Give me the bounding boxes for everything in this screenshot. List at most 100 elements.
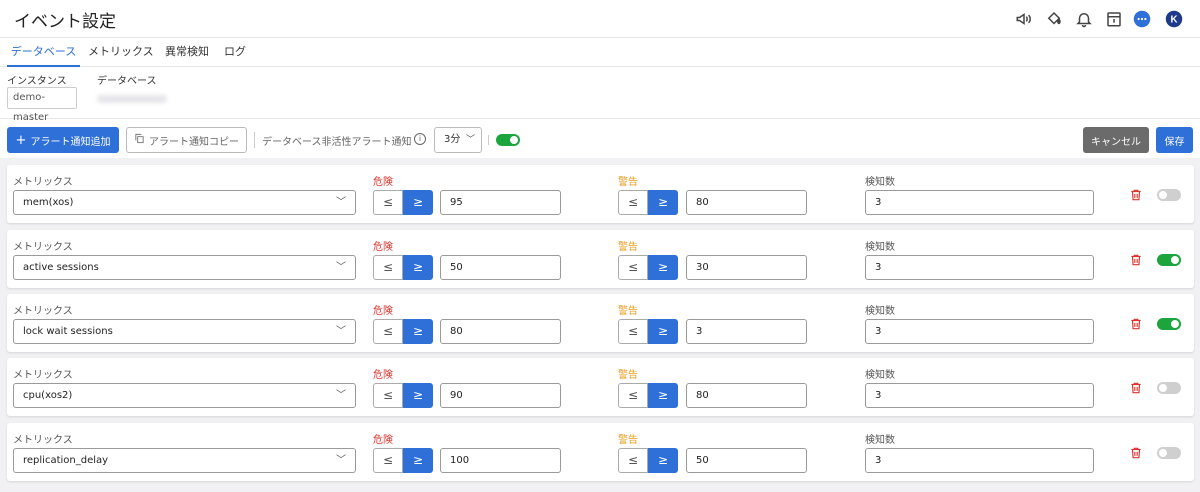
metric-select[interactable]: replication_delay ﹀ <box>13 448 356 473</box>
rule-row: メトリックス 危険 警告 検知数 mem(xos) ﹀ ≤ ≥ 95 ≤ ≥ 8… <box>7 165 1194 223</box>
warning-threshold-input[interactable]: 80 <box>686 383 807 408</box>
rule-enabled-toggle[interactable] <box>1157 189 1181 201</box>
save-button[interactable]: 保存 <box>1156 127 1193 153</box>
danger-le-button[interactable]: ≤ <box>373 383 403 408</box>
detection-count-input[interactable]: 3 <box>865 448 1094 473</box>
detection-count-input[interactable]: 3 <box>865 383 1094 408</box>
trash-icon[interactable] <box>1129 253 1143 267</box>
danger-threshold-input[interactable]: 50 <box>440 255 561 280</box>
count-column-label: 検知数 <box>865 242 895 253</box>
rule-enabled-toggle[interactable] <box>1157 382 1181 394</box>
instance-select[interactable]: demo-master <box>7 87 77 123</box>
detection-count-input[interactable]: 3 <box>865 319 1094 344</box>
instance-label: インスタンス <box>7 76 67 87</box>
warning-ge-button[interactable]: ≥ <box>648 319 678 344</box>
danger-ge-button[interactable]: ≥ <box>403 383 433 408</box>
rule-row: メトリックス 危険 警告 検知数 cpu(xos2) ﹀ ≤ ≥ 90 ≤ ≥ … <box>7 358 1194 416</box>
danger-le-button[interactable]: ≤ <box>373 255 403 280</box>
page-title: イベント設定 <box>14 12 116 32</box>
metric-select[interactable]: lock wait sessions ﹀ <box>13 319 356 344</box>
rule-enabled-toggle[interactable] <box>1157 447 1181 459</box>
chat-icon[interactable] <box>1132 9 1152 29</box>
warning-threshold-input[interactable]: 30 <box>686 255 807 280</box>
divider <box>488 135 489 145</box>
danger-ge-button[interactable]: ≥ <box>403 448 433 473</box>
tab-database[interactable]: データベース <box>7 38 80 67</box>
warning-ge-button[interactable]: ≥ <box>648 383 678 408</box>
warning-le-button[interactable]: ≤ <box>618 255 648 280</box>
avatar-letter: K <box>1170 14 1177 25</box>
info-icon[interactable]: i <box>414 133 426 145</box>
metric-column-label: メトリックス <box>13 370 73 381</box>
paint-bucket-icon[interactable] <box>1044 9 1064 29</box>
avatar[interactable]: K <box>1164 9 1184 29</box>
trash-icon[interactable] <box>1129 188 1143 202</box>
copy-icon <box>134 133 145 147</box>
rule-enabled-toggle[interactable] <box>1157 318 1181 330</box>
tab-metrics[interactable]: メトリックス <box>88 38 154 67</box>
warning-column-label: 警告 <box>618 306 638 317</box>
danger-column-label: 危険 <box>373 242 393 253</box>
danger-le-button[interactable]: ≤ <box>373 319 403 344</box>
metric-select[interactable]: cpu(xos2) ﹀ <box>13 383 356 408</box>
metric-value: cpu(xos2) <box>23 390 73 401</box>
copy-alert-button[interactable]: アラート通知コピー <box>126 127 247 153</box>
danger-threshold-input[interactable]: 95 <box>440 190 561 215</box>
danger-column-label: 危険 <box>373 370 393 381</box>
warning-le-button[interactable]: ≤ <box>618 383 648 408</box>
chevron-down-icon: ﹀ <box>336 262 346 273</box>
rule-row: メトリックス 危険 警告 検知数 replication_delay ﹀ ≤ ≥… <box>7 423 1194 481</box>
database-select[interactable] <box>97 95 167 103</box>
rule-enabled-toggle[interactable] <box>1157 254 1181 266</box>
danger-threshold-input[interactable]: 90 <box>440 383 561 408</box>
plus-icon: + <box>15 132 27 148</box>
danger-le-button[interactable]: ≤ <box>373 448 403 473</box>
danger-ge-button[interactable]: ≥ <box>403 190 433 215</box>
danger-threshold-input[interactable]: 100 <box>440 448 561 473</box>
metric-select[interactable]: active sessions ﹀ <box>13 255 356 280</box>
filter-bar: インスタンス demo-master データベース <box>0 67 1200 123</box>
rule-row: メトリックス 危険 警告 検知数 active sessions ﹀ ≤ ≥ 5… <box>7 230 1194 288</box>
warning-ge-button[interactable]: ≥ <box>648 190 678 215</box>
inactive-alert-toggle[interactable] <box>496 134 520 146</box>
count-column-label: 検知数 <box>865 370 895 381</box>
metric-column-label: メトリックス <box>13 242 73 253</box>
toolbar: + アラート通知追加 アラート通知コピー データベース非活性アラート通知 i 3… <box>0 120 1200 158</box>
warning-threshold-input[interactable]: 80 <box>686 190 807 215</box>
danger-ge-button[interactable]: ≥ <box>403 255 433 280</box>
warning-le-button[interactable]: ≤ <box>618 190 648 215</box>
danger-ge-button[interactable]: ≥ <box>403 319 433 344</box>
warning-threshold-input[interactable]: 3 <box>686 319 807 344</box>
tab-anomaly-detection[interactable]: 異常検知 <box>165 38 209 67</box>
database-label: データベース <box>97 76 157 87</box>
danger-column-label: 危険 <box>373 177 393 188</box>
chevron-down-icon: ﹀ <box>465 135 475 145</box>
calendar-icon[interactable] <box>1104 9 1124 29</box>
chevron-down-icon: ﹀ <box>336 326 346 337</box>
danger-threshold-input[interactable]: 80 <box>440 319 561 344</box>
tab-log[interactable]: ログ <box>224 38 246 67</box>
interval-select[interactable]: 3分 ﹀ <box>434 127 482 153</box>
add-alert-label: アラート通知追加 <box>30 136 111 148</box>
trash-icon[interactable] <box>1129 381 1143 395</box>
warning-column-label: 警告 <box>618 177 638 188</box>
metric-column-label: メトリックス <box>13 435 73 446</box>
megaphone-icon[interactable] <box>1014 9 1034 29</box>
warning-ge-button[interactable]: ≥ <box>648 448 678 473</box>
warning-column-label: 警告 <box>618 370 638 381</box>
warning-ge-button[interactable]: ≥ <box>648 255 678 280</box>
count-column-label: 検知数 <box>865 435 895 446</box>
trash-icon[interactable] <box>1129 317 1143 331</box>
metric-select[interactable]: mem(xos) ﹀ <box>13 190 356 215</box>
cancel-button[interactable]: キャンセル <box>1083 127 1149 153</box>
bell-icon[interactable] <box>1074 9 1094 29</box>
add-alert-button[interactable]: + アラート通知追加 <box>7 127 119 153</box>
warning-le-button[interactable]: ≤ <box>618 448 648 473</box>
warning-threshold-input[interactable]: 50 <box>686 448 807 473</box>
trash-icon[interactable] <box>1129 446 1143 460</box>
divider <box>254 132 255 148</box>
danger-le-button[interactable]: ≤ <box>373 190 403 215</box>
detection-count-input[interactable]: 3 <box>865 190 1094 215</box>
detection-count-input[interactable]: 3 <box>865 255 1094 280</box>
warning-le-button[interactable]: ≤ <box>618 319 648 344</box>
